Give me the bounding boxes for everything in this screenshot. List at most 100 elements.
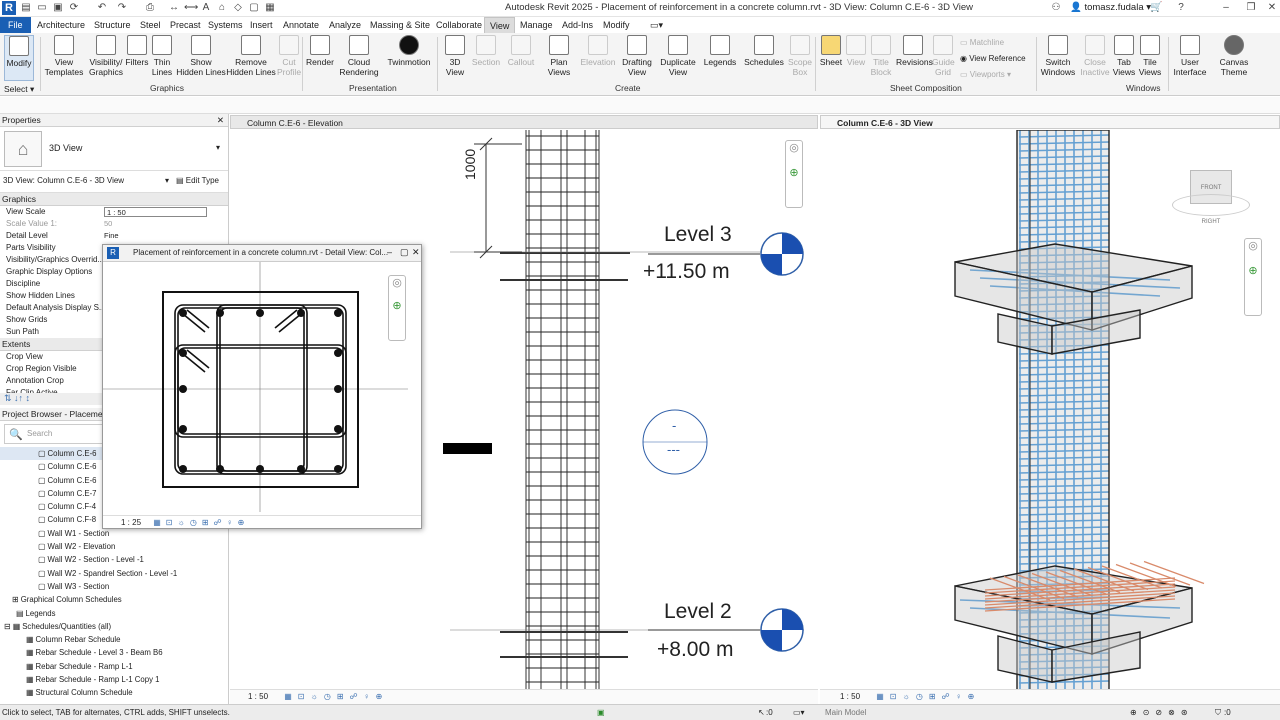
menu-collaborate[interactable]: Collaborate [431,17,487,33]
group-graphics[interactable]: Graphics [0,193,228,206]
sheet-button[interactable]: Sheet [818,35,844,81]
level2-elevation[interactable]: +8.00 m [657,638,733,662]
canvas-theme-button[interactable]: Canvas Theme [1214,35,1254,81]
text-icon[interactable]: A [200,2,212,14]
guide-grid-button[interactable]: Guide Grid [932,35,955,81]
type-selector[interactable]: ⌂ 3D View ▾ [0,127,228,171]
menu-modify[interactable]: Modify [598,17,635,33]
help-icon[interactable]: ? [1175,2,1187,14]
view-controls-icons[interactable]: ▦⊡☼◷⊞☍♀⊕ [876,692,980,701]
detail-view-window[interactable]: R Placement of reinforcement in a concre… [102,244,422,529]
switch-windows-button[interactable]: Switch Windows [1040,35,1076,81]
list-item[interactable]: ▦ Rebar Schedule - Ramp L-1 [0,660,228,673]
legends-button[interactable]: Legends [702,35,738,81]
view-scale[interactable]: 1 : 50 [840,692,860,701]
menu-analyze[interactable]: Analyze [324,17,366,33]
scope-box-button[interactable]: Scope Box [786,35,814,81]
cloud-rendering-button[interactable]: Cloud Rendering [338,35,380,81]
menu-structure[interactable]: Structure [89,17,136,33]
matchline-button[interactable]: ▭ Matchline [960,38,1004,47]
list-item[interactable]: ▤ Legends [0,607,228,620]
duplicate-view-button[interactable]: Duplicate View [658,35,698,81]
view-controls-icons[interactable]: ▦⊡☼◷⊞☍♀⊕ [284,692,388,701]
visibility-graphics-button[interactable]: Visibility/ Graphics [86,35,126,81]
selection-icon[interactable]: ↖ [758,705,765,720]
steering-wheel-icon[interactable]: ◎ [389,276,405,289]
view-scale[interactable]: 1 : 50 [248,692,268,701]
zoom-icon[interactable]: ⊕ [786,166,802,179]
view-reference-button[interactable]: ◉ View Reference [960,54,1026,63]
redo-icon[interactable]: ↷ [116,2,128,14]
list-item[interactable]: ▦ Rebar Schedule - Ramp L-1 Copy 1 [0,673,228,686]
menu-systems[interactable]: Systems [203,17,248,33]
show-hidden-lines-button[interactable]: Show Hidden Lines [176,35,226,81]
viewports-button[interactable]: ▭ Viewports ▾ [960,70,1011,79]
list-item[interactable]: ▦ Structural Column Schedule [0,686,228,699]
navigation-bar[interactable]: ◎ ⊕ [1244,238,1262,316]
instance-selector[interactable]: 3D View: Column C.E-6 - 3D View ▾ ▤ Edit… [0,171,228,193]
menu-manage[interactable]: Manage [515,17,558,33]
callout-button[interactable]: Callout [504,35,538,81]
zoom-icon[interactable]: ⊕ [1245,264,1261,277]
tile-views-button[interactable]: Tile Views [1138,35,1162,81]
menu-file[interactable]: File [0,17,31,33]
menu-insert[interactable]: Insert [245,17,278,33]
remove-hidden-lines-button[interactable]: Remove Hidden Lines [226,35,276,81]
list-item[interactable]: ▦ Column Rebar Schedule [0,633,228,646]
filter-icon[interactable]: ⛉ [1215,705,1221,720]
viewcube[interactable]: FRONT RIGHT [1172,170,1250,225]
active-model[interactable]: Main Model [825,705,866,720]
maximize-icon[interactable]: ▢ [400,247,409,258]
filters-button[interactable]: Filters [124,35,150,81]
worksharing-icon[interactable]: ▣ [597,705,605,720]
revit-logo[interactable]: R [2,1,16,15]
close-hidden-icon[interactable]: ▢ [248,2,260,14]
minimize-icon[interactable]: – [387,247,392,257]
menu-steel[interactable]: Steel [135,17,166,33]
close-icon[interactable]: ✕ [217,114,224,127]
view-controls-icons[interactable]: ▦⊡☼◷⊞☍♀⊕ [153,518,249,527]
level3-name[interactable]: Level 3 [664,223,732,247]
3d-view-button[interactable]: 3D View [442,35,468,81]
open-icon[interactable]: ▭ [36,2,48,14]
measure-icon[interactable]: ↔ [168,2,180,14]
menu-precast[interactable]: Precast [165,17,206,33]
list-item[interactable]: ▢ Wall W2 - Section - Level -1 [0,553,228,566]
user-interface-button[interactable]: User Interface [1172,35,1208,81]
close-icon[interactable]: ✕ [1266,2,1278,14]
list-item[interactable]: ⊞ Graphical Column Schedules [0,593,228,606]
render-button[interactable]: Render [305,35,335,81]
title-block-button[interactable]: Title Block [868,35,894,81]
view-scale[interactable]: 1 : 25 [121,518,141,527]
menu-architecture[interactable]: Architecture [32,17,90,33]
steering-wheel-icon[interactable]: ◎ [1245,239,1261,252]
navigation-bar[interactable]: ◎ ⊕ [785,140,803,208]
plan-views-button[interactable]: Plan Views [545,35,573,81]
close-inactive-button[interactable]: Close Inactive [1080,35,1110,81]
edit-type-button[interactable]: ▤ Edit Type [176,176,219,185]
level2-name[interactable]: Level 2 [664,600,732,624]
list-item[interactable]: ▦ Rebar Schedule - Level 3 - Beam B6 [0,646,228,659]
list-item[interactable]: ▢ Wall W2 - Elevation [0,540,228,553]
menu-view[interactable]: View [484,17,516,33]
zoom-icon[interactable]: ⊕ [389,299,405,312]
drafting-view-button[interactable]: Drafting View [620,35,654,81]
user-account[interactable]: 👤 tomasz.fudala ▾ [1070,2,1151,13]
tab-views-button[interactable]: Tab Views [1112,35,1136,81]
help-search-icon[interactable]: ⚇ [1050,2,1062,14]
section-quick-icon[interactable]: ◇ [232,2,244,14]
view-templates-button[interactable]: View Templates [44,35,84,81]
design-options-icon[interactable]: ▭▾ [793,705,805,720]
3d-view-quick-icon[interactable]: ⌂ [216,2,228,14]
detail-window-titlebar[interactable]: R Placement of reinforcement in a concre… [103,245,421,262]
print-icon[interactable]: ⎙ [144,2,156,14]
tab-3d-view[interactable]: Column C.E-6 - 3D View [820,115,1280,129]
list-item[interactable]: ▢ Wall W2 - Spandrel Section - Level -1 [0,567,228,580]
select-dropdown[interactable]: Select ▾ [4,84,34,95]
save-icon[interactable]: ▣ [52,2,64,14]
home-icon[interactable]: ▤ [20,2,32,14]
schedules-button[interactable]: Schedules [744,35,784,81]
selection-toggle-icons[interactable]: ⊕⊙⊘⊗⊛ [1130,705,1194,720]
modify-button[interactable]: Modify [4,35,34,81]
revisions-button[interactable]: Revisions [896,35,933,81]
